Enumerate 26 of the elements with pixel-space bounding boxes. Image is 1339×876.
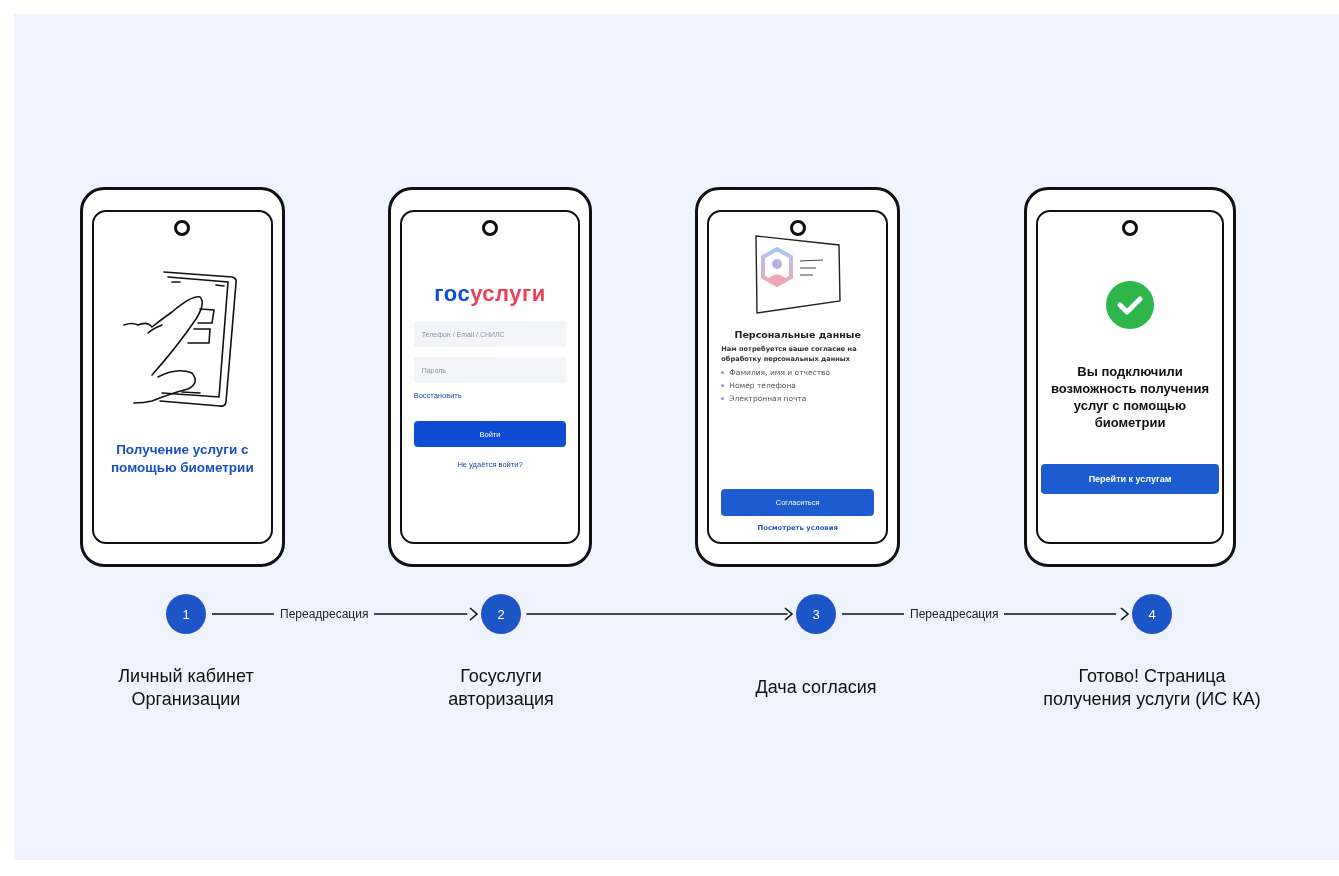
step-label: Госуслуги авторизация bbox=[448, 665, 554, 710]
step-label: Дача согласия bbox=[755, 676, 877, 699]
screen-title: Получение услуги с помощью биометрии bbox=[109, 441, 255, 477]
success-message: Вы подключили возможность получения услуг с помощью биометрии bbox=[1050, 364, 1210, 432]
go-to-services-button[interactable]: Перейти к услугам bbox=[1041, 463, 1219, 494]
step-number: 1 bbox=[166, 594, 206, 634]
arrow-head-icon bbox=[784, 607, 794, 621]
step-number: 2 bbox=[481, 594, 521, 634]
success-check-icon bbox=[1106, 281, 1154, 329]
connector-label: Переадресация bbox=[909, 607, 1000, 621]
connector-label: Переадресация bbox=[279, 607, 370, 621]
camera-icon bbox=[481, 219, 499, 237]
arrow-head-icon bbox=[1120, 607, 1130, 621]
logo: госуслуги bbox=[434, 281, 546, 307]
bullet-icon bbox=[721, 371, 725, 375]
screen-title: Персональные данные bbox=[734, 329, 861, 340]
bullet-icon bbox=[721, 384, 725, 388]
step-label: Готово! Страница получения услуги (ИС КА) bbox=[1043, 665, 1261, 710]
bullet-icon bbox=[721, 397, 725, 401]
step-label: Личный кабинет Организации bbox=[118, 665, 254, 710]
camera-icon bbox=[1121, 219, 1139, 237]
step-number: 3 bbox=[796, 594, 836, 634]
camera-icon bbox=[788, 219, 807, 237]
arrow-head-icon bbox=[469, 607, 479, 621]
camera-icon bbox=[173, 219, 192, 237]
step-number: 4 bbox=[1132, 594, 1172, 634]
